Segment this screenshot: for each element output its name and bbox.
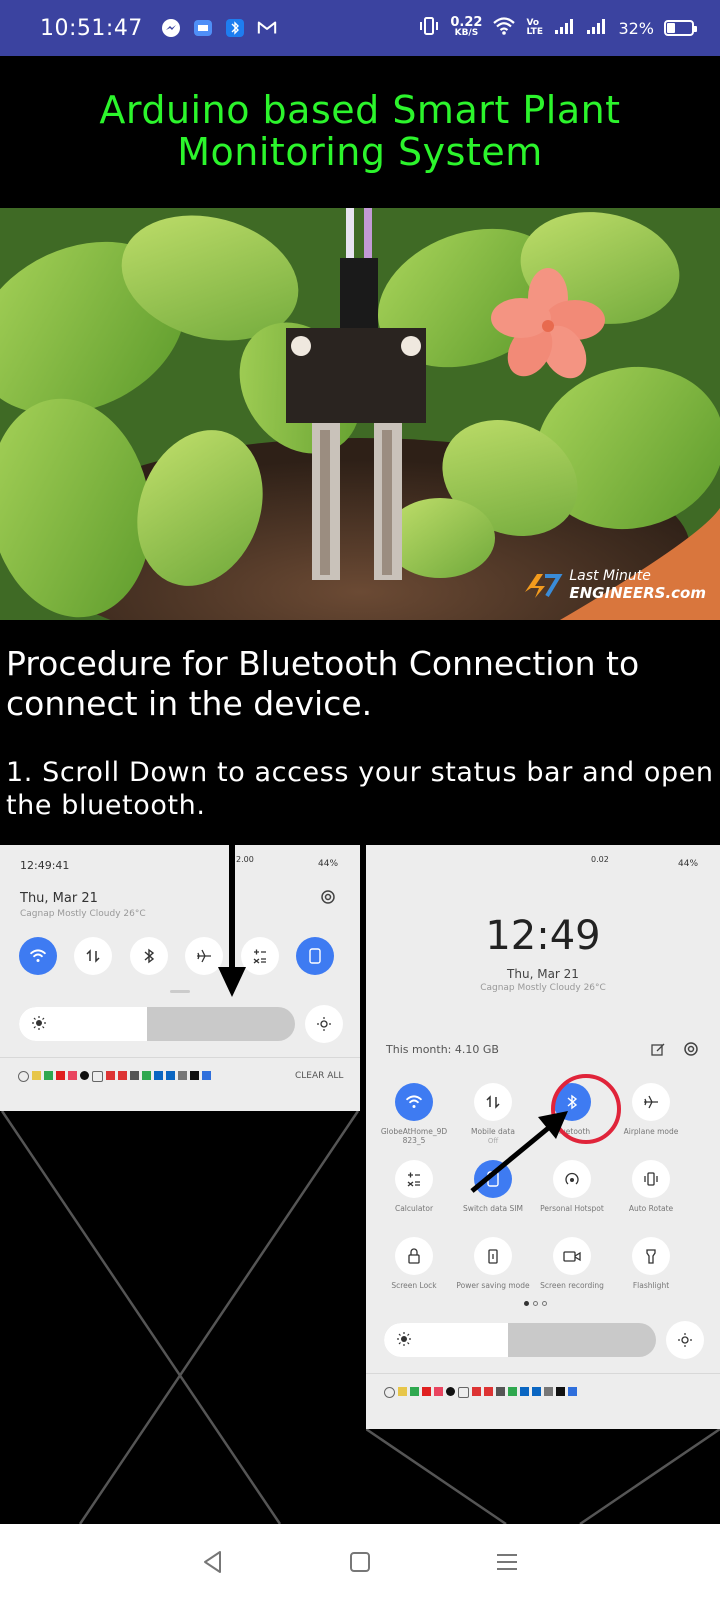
network-speed: 0.22 KB/S [450,15,483,39]
ss2-tile-auto-rotate: Auto Rotate [611,1160,691,1230]
notification-icons [161,18,277,38]
ss2-brightness-low-icon [396,1331,412,1351]
hero-watermark: Last Minute ENGINEERS.com [523,568,706,602]
signal-icon [554,17,576,39]
ss1-notification-app-icons [18,1071,211,1082]
network-speed-value: 0.22 [450,15,483,30]
ss2-tile-battery-saver: Power saving mode [453,1237,533,1307]
ss2-brightness-slider [384,1323,656,1357]
battery-saver-icon [474,1237,512,1275]
wifi-icon [395,1083,433,1121]
ss1-wifi-tile-icon [19,937,57,975]
back-button[interactable] [193,1542,233,1582]
ss2-tile-label: Switch data SIM [463,1204,523,1213]
ss2-page-dots [524,1301,547,1306]
messenger-icon [161,18,181,38]
menu-icon [496,1554,517,1570]
ss2-tile-calculator: Calculator [374,1160,454,1230]
ss2-weather: Cagnap Mostly Cloudy 26°C [480,983,606,993]
ss2-tile-label: Screen Lock [391,1281,437,1290]
lastminuteengineers-logo-icon [525,574,563,598]
navigation-bar [0,1524,720,1600]
brand-line-2: ENGINEERS.com [569,584,706,602]
ss1-brightness-low-icon [31,1015,47,1035]
ss1-settings-icon [320,889,336,909]
recents-button[interactable] [487,1542,527,1582]
ss1-weather: Cagnap Mostly Cloudy 26°C [20,909,146,919]
ss2-tile-flashlight: Flashlight [611,1237,691,1307]
ss2-auto-brightness-icon [666,1321,704,1359]
lock-icon [395,1237,433,1275]
airplane-icon [632,1083,670,1121]
ss1-sim-tile-icon [296,937,334,975]
hero-image: Last Minute ENGINEERS.com [0,208,720,620]
ss2-tile-label: Screen recording [540,1281,604,1290]
ss2-tile-label: Flashlight [632,1281,670,1290]
network-speed-unit: KB/S [454,28,479,38]
ss2-clock: 12:49 [485,913,601,959]
brand-line-1: Last Minute [569,568,651,584]
ss1-time: 12:49:41 [20,859,70,872]
screen-record-icon [553,1237,591,1275]
screenshot-quick-settings-collapsed: 12:49:41 2.00 44% Thu, Mar 21 Cagnap Mos… [0,843,360,1111]
page-title: Arduino based Smart Plant Monitoring Sys… [99,88,621,174]
ss2-tile-label: Auto Rotate [628,1204,674,1213]
ss1-battery: 44% [318,859,339,869]
ss2-tile-wifi: GlobeAtHome_9D 823_5 [374,1083,454,1153]
step-1-text: 1. Scroll Down to access your status bar… [6,757,714,821]
ss1-brightness-slider [19,1007,295,1041]
ss1-date: Thu, Mar 21 [20,891,98,906]
signal-icon [586,17,608,39]
ss2-pointer-arrow-icon [470,1111,568,1193]
ss2-tile-label: Personal Hotspot [540,1204,604,1213]
calculator-icon [395,1160,433,1198]
ss2-settings-icon [683,1041,699,1061]
ss1-mobile-data-tile-icon [74,937,112,975]
ss2-speed: 0.02 [591,855,609,864]
ss2-tile-label: Calculator [394,1204,434,1213]
decorative-cross-lines-right [366,1429,720,1524]
ss2-edit-icon [651,1042,665,1061]
ss1-clear-all: CLEAR ALL [295,1071,344,1081]
vibrate-icon [418,16,440,40]
system-indicators: 0.22 KB/S Vo LTE 32% [418,15,697,40]
wifi-icon [492,16,516,40]
status-time: 10:51:47 [40,15,143,41]
bluetooth-notification-icon [225,18,245,38]
home-button[interactable] [340,1542,380,1582]
flashlight-icon [632,1237,670,1275]
screenshot-quick-settings-expanded: 0.02 44% 12:49 Thu, Mar 21 Cagnap Mostly… [366,845,720,1429]
gmail-icon [257,18,277,38]
title-banner: Arduino based Smart Plant Monitoring Sys… [0,56,720,206]
auto-rotate-icon [632,1160,670,1198]
hero-illustration [0,208,720,620]
decorative-cross-lines [0,1111,360,1524]
battery-icon [664,20,697,36]
back-icon [204,1551,222,1573]
volte-icon: Vo LTE [526,18,543,37]
ss1-auto-brightness-icon [305,1005,343,1043]
ss1-bluetooth-tile-icon [130,937,168,975]
ss2-tile-lock: Screen Lock [374,1237,454,1307]
ss2-tile-label: Power saving mode [456,1281,530,1290]
ss2-notification-app-icons [384,1387,577,1398]
message-icon [193,18,213,38]
section-heading: Procedure for Bluetooth Connection to co… [6,644,640,723]
status-bar: 10:51:47 0.22 KB/S Vo LTE 32% [0,0,720,56]
ss1-down-arrow-icon [218,843,246,997]
battery-percent: 32% [618,18,654,38]
ss2-tile-screen-record: Screen recording [532,1237,612,1307]
ss2-battery: 44% [678,859,699,869]
home-icon [349,1552,370,1572]
ss2-data-usage: This month: 4.10 GB [386,1043,499,1056]
ss1-drag-handle [170,990,190,993]
ss2-tile-label: GlobeAtHome_9D 823_5 [380,1127,448,1145]
ss2-date: Thu, Mar 21 [507,967,579,981]
